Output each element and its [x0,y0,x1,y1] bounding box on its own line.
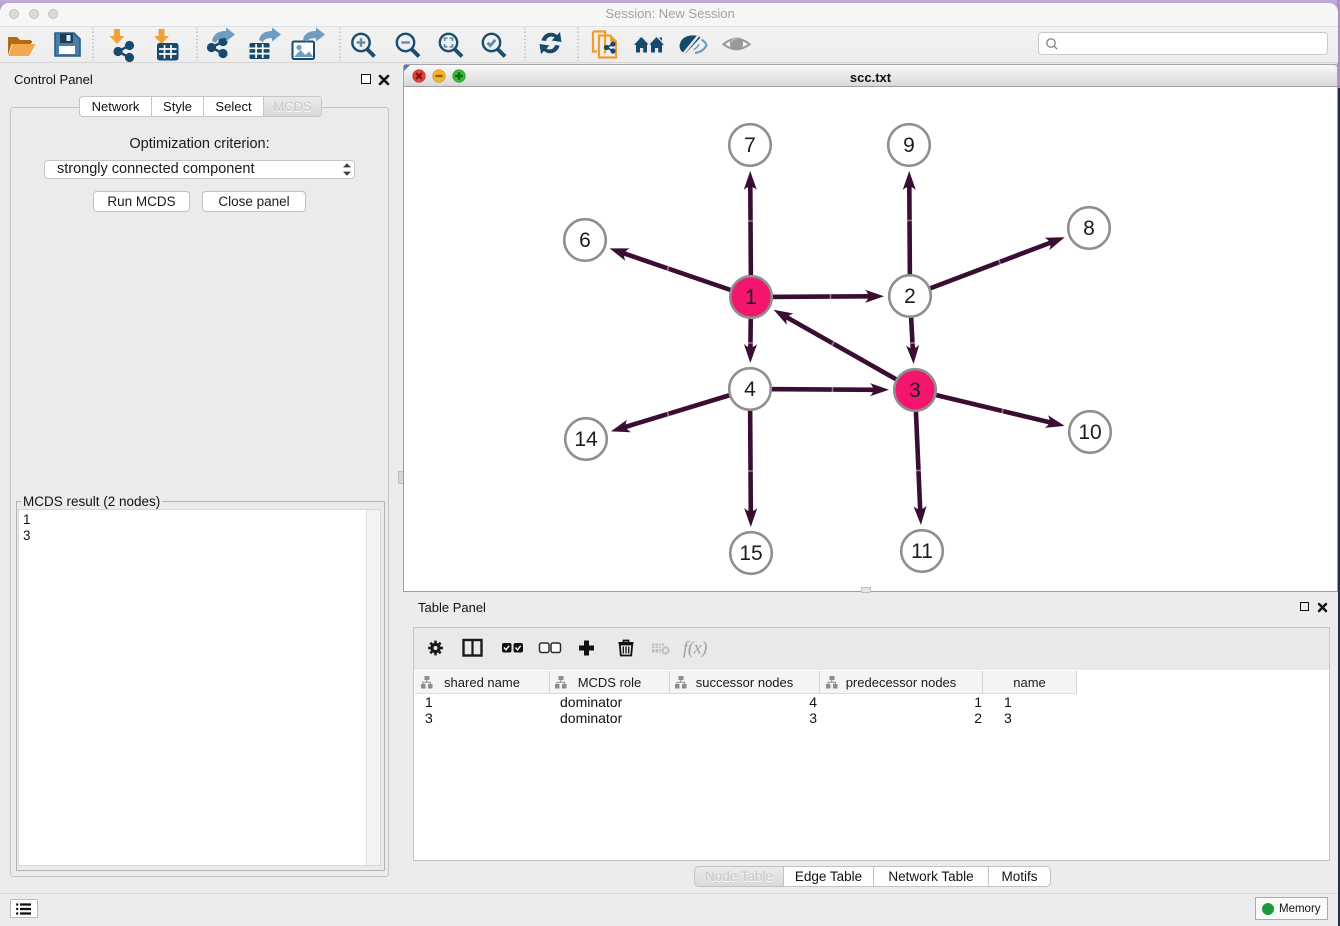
svg-text:14: 14 [574,428,598,451]
svg-text:9: 9 [903,134,915,157]
svg-text:8: 8 [1083,217,1095,240]
svg-text:f(x): f(x) [683,638,707,658]
svg-text:3: 3 [909,379,921,402]
svg-text:2: 2 [904,285,916,308]
svg-text:4: 4 [744,378,756,401]
svg-text:10: 10 [1078,421,1101,444]
svg-text:15: 15 [739,542,762,565]
svg-text:7: 7 [744,134,756,157]
svg-text:1: 1 [745,286,757,309]
svg-text:6: 6 [579,229,591,252]
svg-text:11: 11 [911,540,933,563]
